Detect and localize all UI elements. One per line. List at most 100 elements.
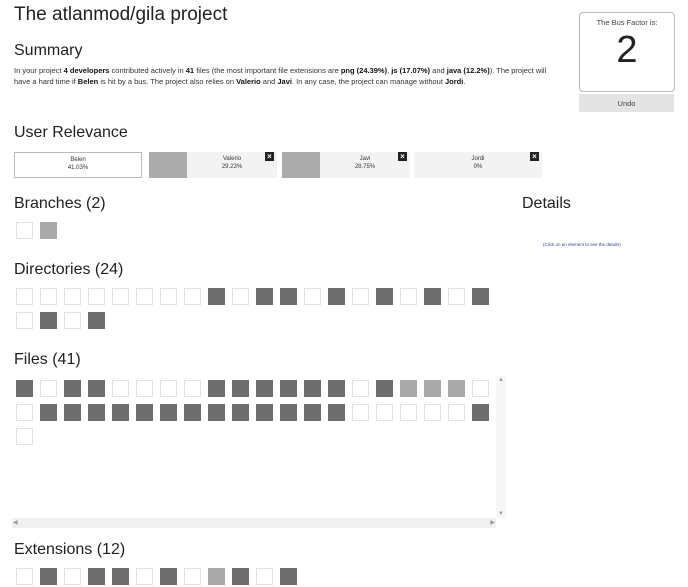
file-cell[interactable] [256,404,273,421]
directory-cell[interactable] [472,288,489,305]
file-cell[interactable] [352,380,369,397]
file-cell[interactable] [160,380,177,397]
directory-cell[interactable] [40,288,57,305]
file-cell[interactable] [208,404,225,421]
extension-cell[interactable] [136,568,153,585]
extension-cell[interactable] [64,568,81,585]
file-cell[interactable] [304,380,321,397]
file-cell[interactable] [16,428,33,445]
files-scroll-area[interactable] [12,376,506,528]
user-card-valerio[interactable]: Valerio 29.23% × [149,152,277,178]
directory-cell[interactable] [40,312,57,329]
bus-factor-box: The Bus Factor is: 2 [579,12,675,92]
file-cell[interactable] [448,380,465,397]
extension-cell[interactable] [232,568,249,585]
extension-cell[interactable] [208,568,225,585]
branch-cell[interactable] [40,222,57,239]
extension-cell[interactable] [256,568,273,585]
file-cell[interactable] [232,380,249,397]
scroll-right-icon[interactable]: ▶ [490,519,495,526]
directory-cell[interactable] [208,288,225,305]
undo-button[interactable]: Undo [579,94,674,112]
directory-cell[interactable] [400,288,417,305]
files-horizontal-scrollbar[interactable]: ◀ ▶ [12,518,496,528]
directory-cell[interactable] [352,288,369,305]
file-cell[interactable] [256,380,273,397]
file-cell[interactable] [352,404,369,421]
file-cell[interactable] [136,404,153,421]
file-cell[interactable] [232,404,249,421]
remove-user-icon[interactable]: × [265,152,274,161]
file-cell[interactable] [424,380,441,397]
extension-cell[interactable] [88,568,105,585]
file-cell[interactable] [280,404,297,421]
extension-cell[interactable] [280,568,297,585]
directory-cell[interactable] [256,288,273,305]
user-card-jordi[interactable]: Jordi 0% × [414,152,542,178]
directory-cell[interactable] [88,288,105,305]
file-cell[interactable] [184,404,201,421]
directory-cell[interactable] [16,288,33,305]
file-cell[interactable] [304,404,321,421]
file-cell[interactable] [376,380,393,397]
file-cell[interactable] [328,404,345,421]
directory-cell[interactable] [424,288,441,305]
extension-cell[interactable] [16,568,33,585]
extension-cell[interactable] [160,568,177,585]
file-cell[interactable] [280,380,297,397]
extension-cell[interactable] [184,568,201,585]
file-cell[interactable] [184,380,201,397]
directory-cell[interactable] [328,288,345,305]
file-cell[interactable] [376,404,393,421]
file-cell[interactable] [424,404,441,421]
remove-user-icon[interactable]: × [398,152,407,161]
user-card-belen[interactable]: Belen 41.03% [14,152,142,178]
file-cell[interactable] [40,380,57,397]
file-cell[interactable] [88,404,105,421]
file-cell[interactable] [16,380,33,397]
directory-cell[interactable] [64,312,81,329]
file-cell[interactable] [64,380,81,397]
user-relevance-heading: User Relevance [14,124,128,141]
scroll-up-icon[interactable]: ▲ [498,377,504,383]
files-vertical-scrollbar[interactable]: ▲ ▼ [496,376,506,518]
file-cell[interactable] [328,380,345,397]
file-cell[interactable] [136,380,153,397]
file-cell[interactable] [400,380,417,397]
file-cell[interactable] [112,380,129,397]
file-cell[interactable] [88,380,105,397]
file-cell[interactable] [160,404,177,421]
directory-cell[interactable] [64,288,81,305]
file-cell[interactable] [112,404,129,421]
extension-cell[interactable] [112,568,129,585]
directory-cell[interactable] [112,288,129,305]
directory-cell[interactable] [160,288,177,305]
directory-cell[interactable] [376,288,393,305]
branch-cell[interactable] [16,222,33,239]
file-cell[interactable] [64,404,81,421]
directory-cell[interactable] [88,312,105,329]
file-cell[interactable] [16,404,33,421]
scroll-left-icon[interactable]: ◀ [13,519,18,526]
directory-cell[interactable] [304,288,321,305]
directory-cell[interactable] [16,312,33,329]
directory-cell[interactable] [232,288,249,305]
directory-cell[interactable] [448,288,465,305]
directory-cell[interactable] [280,288,297,305]
file-cell[interactable] [400,404,417,421]
file-cell[interactable] [40,404,57,421]
bus-factor-value: 2 [616,29,638,71]
user-percent: 0% [473,164,483,170]
file-cell[interactable] [472,404,489,421]
remove-user-icon[interactable]: × [530,152,539,161]
file-cell[interactable] [472,380,489,397]
file-cell[interactable] [208,380,225,397]
extension-cell[interactable] [40,568,57,585]
bus-factor-label: The Bus Factor is: [596,18,658,27]
user-name: Jordi [471,156,485,162]
directory-cell[interactable] [136,288,153,305]
file-cell[interactable] [448,404,465,421]
scroll-down-icon[interactable]: ▼ [498,511,504,517]
user-card-javi[interactable]: Javi 28.75% × [282,152,410,178]
directory-cell[interactable] [184,288,201,305]
